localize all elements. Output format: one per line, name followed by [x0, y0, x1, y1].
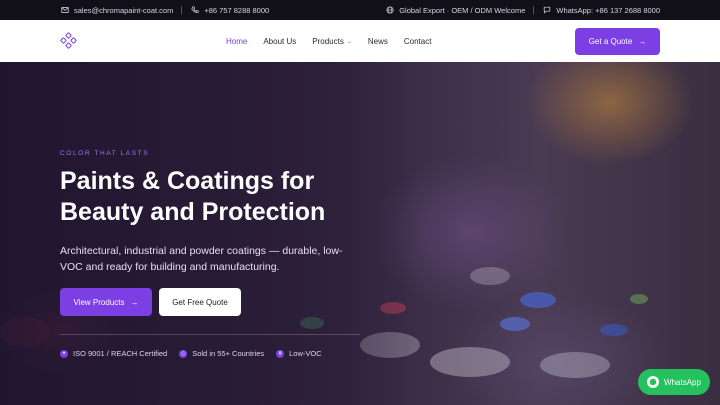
export-tagline: Global Export · OEM / ODM Welcome	[399, 5, 526, 15]
nav-item-products[interactable]: Products ⌄	[312, 37, 352, 46]
contact-email[interactable]: sales@chromapaint-coat.com	[74, 6, 173, 15]
nav-item-about-us[interactable]: About Us	[263, 37, 296, 46]
hero-eyebrow: COLOR THAT LASTS	[60, 150, 150, 157]
nav-item-home[interactable]: Home	[226, 37, 247, 46]
nav-item-news[interactable]: News	[368, 37, 388, 46]
trust-badges: ✦ ISO 9001 / REACH Certified ◎ Sold in 5…	[60, 349, 322, 358]
badge-label: Low-VOC	[289, 349, 322, 358]
mail-icon	[60, 6, 69, 15]
export-group: Global Export · OEM / ODM Welcome WhatsA…	[385, 6, 660, 15]
contact-group: sales@chromapaint-coat.com +86 757 8288 …	[60, 6, 269, 15]
award-icon: ✦	[60, 349, 68, 358]
get-free-quote-label: Get Free Quote	[172, 297, 228, 307]
get-a-quote-label: Get a Quote	[588, 37, 633, 46]
whatsapp-number[interactable]: WhatsApp: +86 137 2688 8000	[556, 6, 660, 15]
arrow-right-icon: →	[130, 297, 139, 307]
get-free-quote-button[interactable]: Get Free Quote	[159, 288, 241, 316]
hero-headline: Paints & Coatings for Beauty and Protect…	[60, 167, 326, 226]
view-products-label: View Products	[73, 297, 125, 307]
globe-icon: ◎	[179, 349, 188, 358]
nav-item-products-label: Products	[312, 36, 344, 46]
nav-menu: Home About Us Products ⌄ News Contact	[226, 20, 431, 62]
leaf-icon: ❦	[276, 349, 285, 358]
arrow-right-icon: →	[638, 37, 647, 46]
badge-low-voc: ❦ Low-VOC	[276, 349, 322, 358]
whatsapp-icon	[647, 376, 660, 388]
contact-phone[interactable]: +86 757 8288 8000	[204, 6, 269, 15]
globe-icon	[385, 6, 394, 15]
phone-icon	[190, 6, 199, 15]
hero-subtitle: Architectural, industrial and powder coa…	[60, 245, 343, 273]
badge-label: ISO 9001 / REACH Certified	[73, 349, 168, 358]
top-info-bar: sales@chromapaint-coat.com +86 757 8288 …	[0, 0, 720, 20]
get-a-quote-button[interactable]: Get a Quote →	[575, 28, 660, 55]
hero-divider	[60, 334, 360, 335]
main-navbar: Home About Us Products ⌄ News Contact Ge…	[0, 20, 720, 62]
divider	[181, 6, 183, 14]
chevron-down-icon: ⌄	[346, 38, 352, 45]
chat-icon	[542, 6, 551, 15]
whatsapp-chat-button[interactable]: WhatsApp	[638, 369, 710, 395]
view-products-button[interactable]: View Products →	[60, 288, 152, 316]
whatsapp-label: WhatsApp	[664, 377, 701, 387]
hero-section: COLOR THAT LASTS Paints & Coatings for B…	[0, 62, 720, 405]
badge-countries: ◎ Sold in 55+ Countries	[179, 349, 264, 358]
badge-label: Sold in 55+ Countries	[192, 349, 265, 358]
nav-item-contact[interactable]: Contact	[404, 37, 432, 46]
logo[interactable]	[59, 31, 78, 50]
badge-certified: ✦ ISO 9001 / REACH Certified	[60, 349, 167, 358]
divider	[533, 6, 535, 14]
